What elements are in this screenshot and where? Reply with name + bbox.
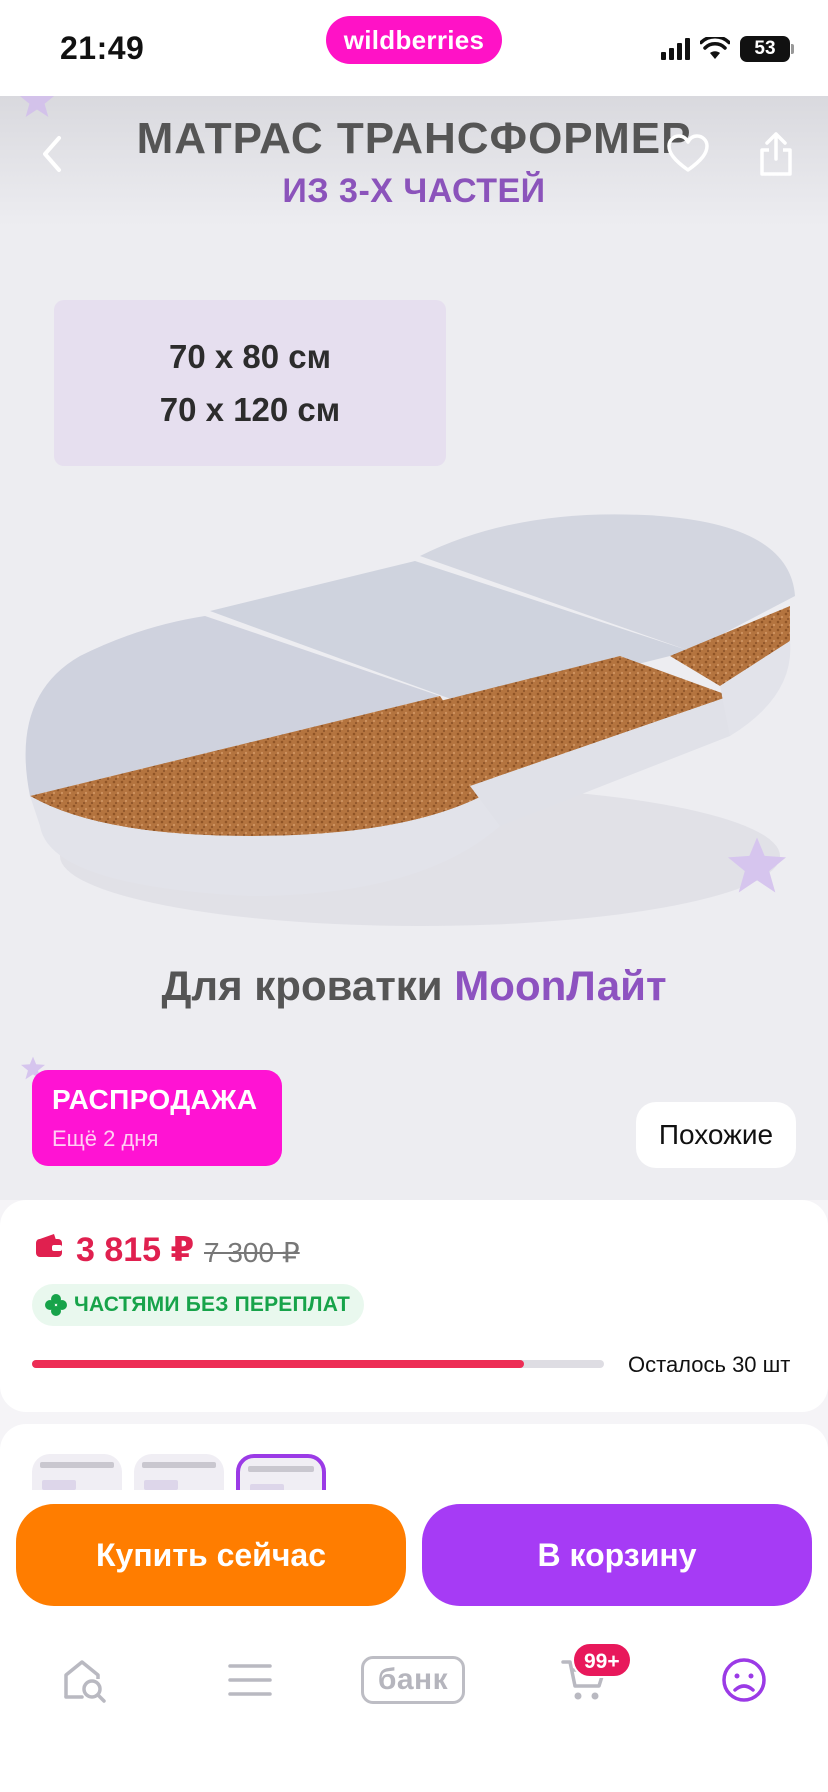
- cart-count-badge: 99+: [572, 1642, 632, 1678]
- stock-remaining-text: Осталось 30 шт: [628, 1352, 791, 1377]
- battery-icon: 53: [740, 36, 794, 62]
- star-decoration-icon: [728, 837, 786, 893]
- tab-bank[interactable]: банк: [360, 1648, 466, 1712]
- sale-badge-countdown: Ещё 2 дня: [52, 1126, 159, 1151]
- status-icons: 53: [661, 34, 794, 64]
- caption-prefix: Для кроватки: [161, 962, 455, 1009]
- bank-label: банк: [361, 1656, 465, 1704]
- stock-progress-fill: [32, 1360, 524, 1368]
- cellular-signal-icon: [661, 38, 690, 60]
- similar-products-button[interactable]: Похожие: [636, 1102, 796, 1168]
- installment-label: ЧАСТЯМИ БЕЗ ПЕРЕПЛАТ: [74, 1293, 351, 1316]
- share-button[interactable]: [744, 122, 808, 186]
- status-bar: 21:49 wildberries 53: [0, 0, 828, 96]
- menu-icon: [228, 1664, 272, 1696]
- share-icon: [760, 132, 792, 176]
- current-price: 3 815 ₽: [76, 1231, 195, 1269]
- favorite-button[interactable]: [656, 122, 720, 186]
- battery-level: 53: [754, 38, 776, 59]
- home-search-icon: [64, 1660, 106, 1703]
- stock-progress-bar: [32, 1360, 604, 1368]
- tab-catalog[interactable]: [218, 1648, 282, 1712]
- action-bar: Купить сейчас В корзину: [0, 1490, 828, 1622]
- price-card: 3 815 ₽ 7 300 ₽ ЧАСТЯМИ БЕЗ ПЕРЕПЛАТ Ост…: [0, 1200, 828, 1412]
- back-button[interactable]: [20, 122, 84, 186]
- wifi-icon: [700, 37, 730, 59]
- chevron-left-icon: [43, 136, 61, 172]
- wildberries-logo[interactable]: wildberries: [326, 16, 502, 64]
- heart-icon: [667, 134, 709, 172]
- old-price: 7 300 ₽: [204, 1237, 300, 1268]
- buy-now-button[interactable]: Купить сейчас: [16, 1504, 406, 1606]
- status-time: 21:49: [60, 30, 145, 66]
- wallet-icon: [36, 1234, 62, 1257]
- installment-badge[interactable]: ЧАСТЯМИ БЕЗ ПЕРЕПЛАТ: [32, 1284, 365, 1326]
- tab-profile[interactable]: [712, 1648, 776, 1712]
- bottom-tab-bar: банк 99+: [0, 1622, 828, 1792]
- size-option-1: 70 х 80 см: [168, 338, 332, 375]
- product-image-gallery[interactable]: МАТРАС ТРАНСФОРМЕР ИЗ 3-Х ЧАСТЕЙ 70 х 80…: [0, 96, 828, 1200]
- sale-badge-title: РАСПРОДАЖА: [52, 1084, 258, 1115]
- image-caption: Для кроватки MoonЛайт: [0, 962, 828, 1010]
- mattress-illustration: [25, 514, 795, 926]
- clover-icon: [45, 1294, 67, 1316]
- sale-badge: РАСПРОДАЖА Ещё 2 дня: [32, 1070, 282, 1166]
- caption-brand: MoonЛайт: [454, 962, 667, 1009]
- tab-home[interactable]: [52, 1648, 116, 1712]
- profile-icon: [722, 1658, 766, 1702]
- add-to-cart-button[interactable]: В корзину: [422, 1504, 812, 1606]
